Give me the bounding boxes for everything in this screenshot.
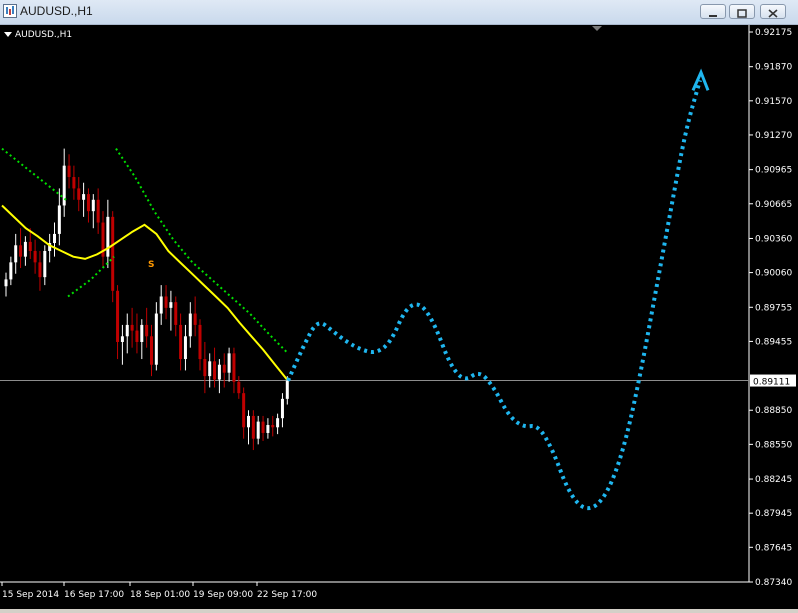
dropdown-triangle-icon [4,32,12,37]
candle-body [242,393,246,428]
candle-body [198,324,202,360]
price-axis-label: 0.88245 [755,475,792,485]
candle-body [106,216,110,257]
candle-body [271,425,275,428]
candle-body [82,194,86,200]
price-axis-label: 0.87340 [755,578,792,588]
candle-body [169,302,173,308]
candle-body [276,418,280,428]
candle-body [164,296,168,308]
candle-body [77,188,81,200]
price-axis-label: 0.89755 [755,303,792,313]
close-icon [768,9,778,18]
price-chart[interactable]: 0.92175 0.91870 0.91570 0.91270 0.90965 0.906… [0,25,798,609]
chart-canvas[interactable]: 0.92175 0.91870 0.91570 0.91270 0.90965 0.906… [0,25,798,609]
candle-body [251,415,255,439]
candle-body [285,380,289,399]
price-axis-label: 0.90060 [755,269,792,279]
candle-body [261,421,265,433]
price-axis-label: 0.91870 [755,63,792,73]
price-axis-label: 0.89455 [755,337,792,347]
candle-body [140,324,144,342]
candle-body [28,241,32,251]
candle-body [232,353,236,382]
candle-body [91,199,95,212]
current-price-label: 0.89111 [753,378,790,388]
time-axis-label: 22 Sep 17:00 [257,590,317,600]
candle-body [125,324,129,337]
candle-body [150,336,153,365]
candle-body [130,324,134,331]
price-axis-label: 0.88550 [755,440,792,450]
envelope-lower-band [67,255,115,298]
candle-body [116,290,120,342]
candle-body [33,250,37,263]
price-axis-label: 0.90965 [755,166,792,176]
candle-body [183,336,187,360]
candle-body [72,177,76,189]
time-axis-label: 18 Sep 01:00 [130,590,190,600]
price-axis-label: 0.92175 [755,28,792,38]
price-axis-label: 0.87645 [755,543,792,553]
candle-body [53,233,56,244]
candle-body [179,324,183,360]
candle-body [208,361,212,377]
candle-body [247,415,250,428]
signal-annotation-label: S [148,260,154,270]
candle-body [266,425,270,433]
candle-body [174,302,178,325]
time-axis-label: 15 Sep 2014 [2,590,59,600]
candle-body [213,361,217,380]
candle-body [222,364,226,373]
chart-app-icon [3,4,17,18]
minimize-button[interactable] [700,4,726,19]
candle-body [14,245,18,263]
candle-body [120,336,124,342]
title-bar[interactable]: AUDUSD.,H1 [0,0,798,25]
candle-body [38,262,42,278]
candle-body [227,353,231,373]
moving-average-line [1,204,288,381]
symbol-timeframe-label[interactable]: AUDUSD.,H1 [4,30,72,40]
candle-body [96,199,100,223]
chart-window: AUDUSD.,H1 0.92175 0.91870 0.91570 0.91270 0… [0,0,798,609]
candle-body [23,241,27,257]
close-button[interactable] [760,4,786,19]
candle-body [203,359,207,377]
forecast-dotted-curve [286,79,702,511]
price-axis-label: 0.91570 [755,97,792,107]
candle-body [135,330,139,342]
price-axis-label: 0.90665 [755,200,792,210]
candle-body [188,313,192,337]
candle-body [280,398,284,419]
maximize-icon [737,9,747,18]
minimize-icon [709,15,717,17]
price-axis-label: 0.87945 [755,509,792,519]
candle-body [86,194,90,212]
candle-body [111,216,115,291]
price-axis-label: 0.91270 [755,131,792,141]
candle-body [19,245,23,257]
candle-body [256,421,260,439]
candle-body [217,364,221,380]
envelope-upper-band [1,147,67,201]
symbol-label-text: AUDUSD.,H1 [15,30,73,40]
candle-body [57,205,61,234]
price-axis-label: 0.88850 [755,406,792,416]
candle-body [145,324,149,337]
chart-shift-marker-icon [592,26,602,31]
candle-body [9,262,13,280]
time-axis-label: 19 Sep 09:00 [193,590,253,600]
window-title: AUDUSD.,H1 [20,4,93,18]
time-axis-label: 16 Sep 17:00 [64,590,124,600]
candle-body [193,313,197,325]
candle-body [237,381,241,394]
candle-body [159,296,163,314]
candle-body [4,279,8,287]
candle-body [154,313,158,365]
price-axis-label: 0.90360 [755,234,792,244]
maximize-button[interactable] [729,4,755,19]
candle-body [43,250,47,278]
candle-body [67,165,71,178]
